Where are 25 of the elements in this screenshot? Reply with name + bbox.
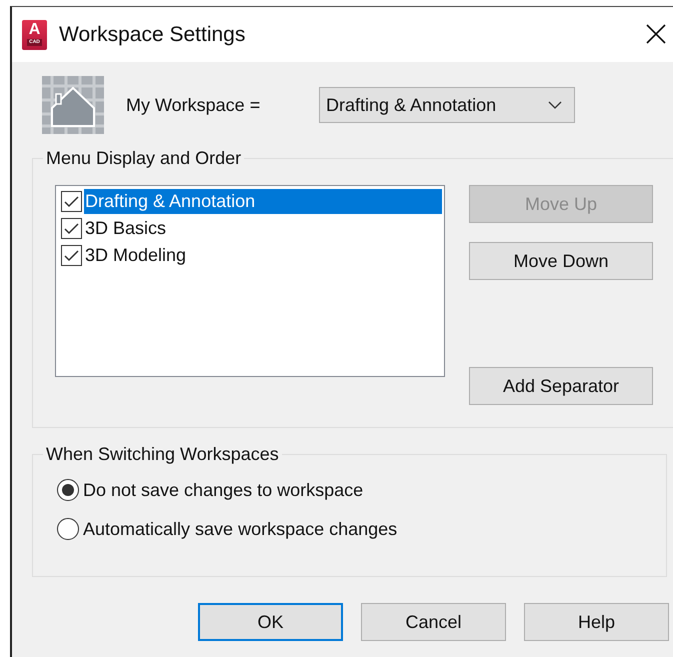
checkbox[interactable] [61,191,82,212]
checkbox[interactable] [61,218,82,239]
group-title: When Switching Workspaces [45,444,280,465]
radio-button[interactable] [57,518,79,540]
add-separator-button[interactable]: Add Separator [469,367,653,405]
workspace-dropdown[interactable]: Drafting & Annotation [319,87,575,123]
workspace-house-icon [42,76,104,134]
checkbox[interactable] [61,245,82,266]
radio-button[interactable] [57,479,79,501]
checkmark-icon [64,250,79,262]
move-down-button[interactable]: Move Down [469,242,653,280]
checkmark-icon [64,196,79,208]
ok-button[interactable]: OK [198,603,343,641]
list-item[interactable]: Drafting & Annotation [84,189,442,214]
window-title: Workspace Settings [59,22,246,46]
radio-label: Do not save changes to workspace [83,480,364,500]
cancel-button[interactable]: Cancel [361,603,506,641]
list-item[interactable]: 3D Modeling [84,243,442,268]
chevron-down-icon [548,101,562,109]
group-title: Menu Display and Order [45,148,242,169]
radio-label: Automatically save workspace changes [83,518,398,540]
checkmark-icon [64,222,79,234]
workspace-label: My Workspace = [126,94,262,116]
list-item[interactable]: 3D Basics [84,216,442,241]
help-button[interactable]: Help [524,603,669,641]
